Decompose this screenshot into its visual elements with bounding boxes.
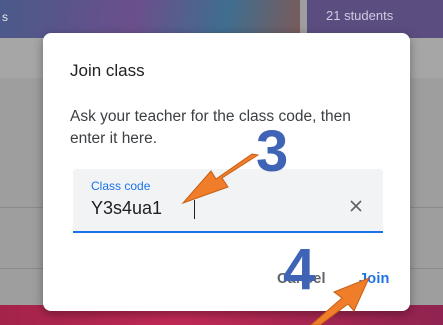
step-number: 4 (283, 237, 316, 302)
class-code-field[interactable]: Class code (73, 169, 383, 233)
close-icon (350, 200, 362, 212)
class-card-left-text: s (2, 10, 8, 24)
class-code-label: Class code (91, 179, 151, 193)
class-code-input[interactable] (89, 196, 321, 220)
join-button[interactable]: Join (353, 267, 396, 291)
clear-input-button[interactable] (343, 193, 369, 219)
student-count: 21 students (326, 8, 394, 23)
text-caret (194, 200, 195, 219)
dialog-description: Ask your teacher for the class code, the… (70, 108, 351, 147)
dialog-actions: Cancel Join (43, 259, 410, 299)
join-class-dialog: Join class Ask your teacher for the clas… (43, 33, 410, 311)
step-number: 3 (256, 119, 289, 184)
dialog-title: Join class (70, 61, 145, 80)
